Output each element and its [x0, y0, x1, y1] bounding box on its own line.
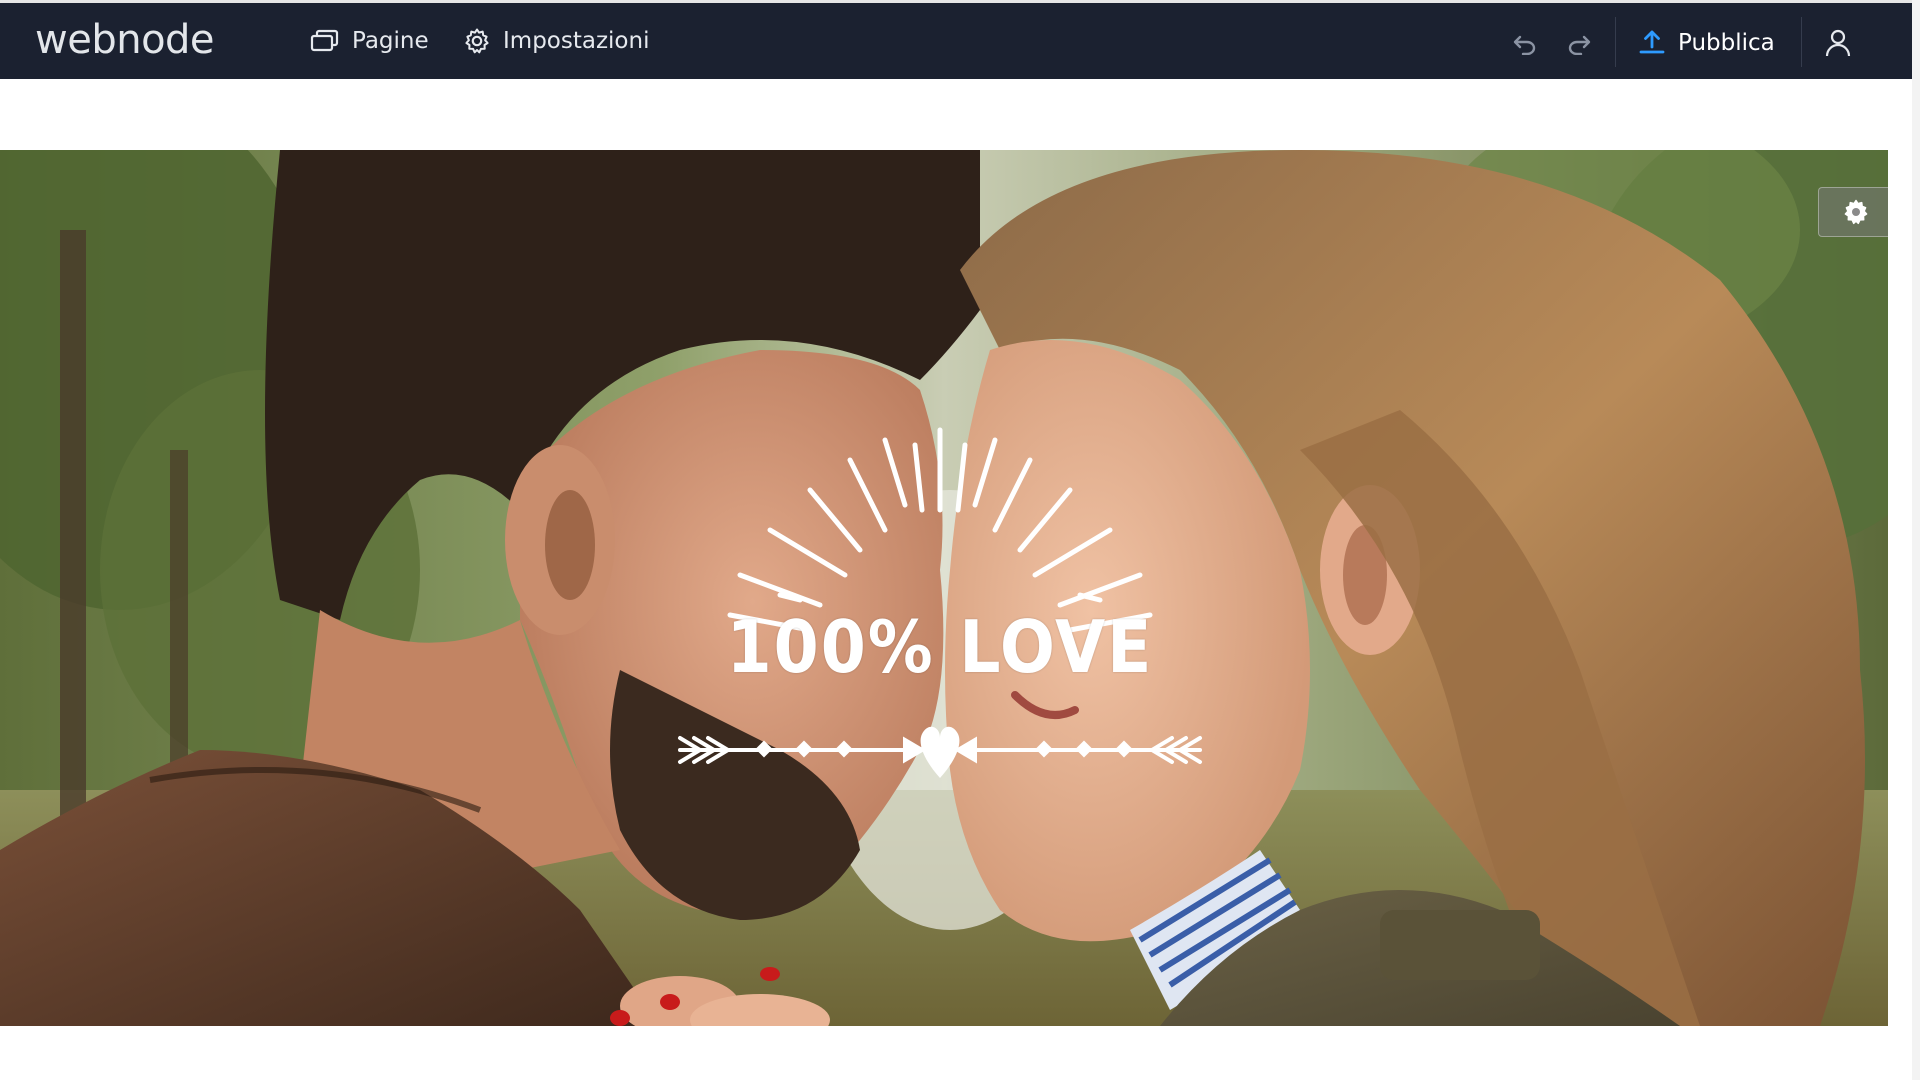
gear-icon — [1844, 199, 1868, 225]
undo-button[interactable] — [1508, 27, 1542, 61]
account-button[interactable] — [1820, 25, 1856, 61]
gear-icon — [465, 28, 489, 54]
section-settings-button[interactable] — [1818, 187, 1888, 237]
user-icon — [1825, 29, 1851, 57]
settings-menu-button[interactable]: Impostazioni — [463, 23, 649, 59]
undo-icon — [1513, 35, 1536, 55]
love-badge-overlay[interactable]: 100% LOVE — [660, 400, 1220, 780]
webnode-logo[interactable]: webnode — [35, 17, 215, 63]
toolbar-divider — [1801, 17, 1802, 67]
pages-stack-icon — [310, 29, 339, 52]
heart-icon — [920, 726, 960, 778]
sunburst-rays — [678, 427, 1202, 778]
hero-image-section[interactable]: 100% LOVE — [0, 150, 1888, 1026]
toolbar-divider — [1615, 17, 1616, 67]
pages-menu-button[interactable]: Pagine — [310, 23, 429, 59]
love-badge-text: 100% LOVE — [726, 605, 1154, 689]
redo-icon — [1568, 35, 1591, 55]
settings-label: Impostazioni — [503, 28, 650, 54]
publish-button[interactable]: Pubblica — [1638, 23, 1775, 63]
publish-label: Pubblica — [1678, 30, 1775, 56]
redo-button[interactable] — [1562, 27, 1596, 61]
page-scrollbar-track[interactable] — [1912, 0, 1920, 1080]
editor-toolbar: webnode Pagine Impostazioni Pubblica — [0, 3, 1912, 79]
upload-icon — [1639, 30, 1665, 54]
pages-label: Pagine — [352, 28, 429, 54]
